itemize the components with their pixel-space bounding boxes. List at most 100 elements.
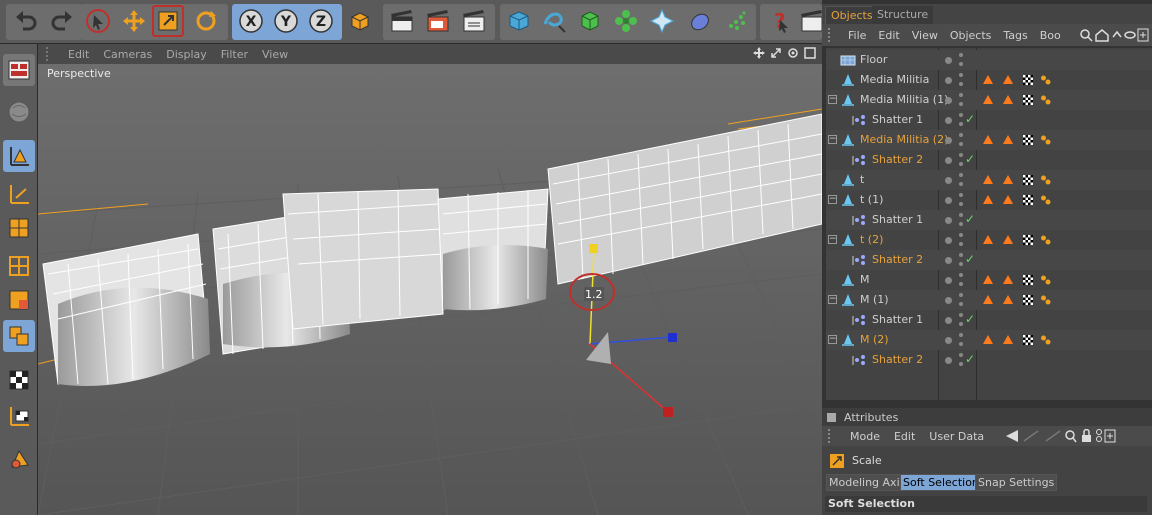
objmenu-bookmarks[interactable]: Boo xyxy=(1040,29,1061,42)
editor-visibility-dot[interactable] xyxy=(959,153,963,157)
object-name[interactable]: Floor xyxy=(860,53,887,66)
tag-icon[interactable] xyxy=(1003,135,1013,144)
render-visibility-dot[interactable] xyxy=(959,102,963,106)
model-mode-button[interactable] xyxy=(3,140,35,172)
material-tag-icon[interactable] xyxy=(1040,194,1052,206)
render-visibility-dot[interactable] xyxy=(959,242,963,246)
object-name[interactable]: Media Militia xyxy=(860,73,929,86)
layout-button[interactable] xyxy=(3,54,35,86)
editor-visibility-dot[interactable] xyxy=(959,333,963,337)
render-visibility-dot[interactable] xyxy=(959,302,963,306)
visibility-dot[interactable] xyxy=(945,357,952,364)
attrmenu-edit[interactable]: Edit xyxy=(894,430,915,443)
redo-button[interactable] xyxy=(46,5,78,37)
object-row[interactable]: Shatter 1 ✓ xyxy=(826,110,1152,130)
visibility-dot[interactable] xyxy=(945,137,952,144)
object-row[interactable]: − t (1) xyxy=(826,190,1152,210)
workplane-button[interactable] xyxy=(3,400,35,432)
home-icon[interactable] xyxy=(1095,29,1109,42)
enabled-check-icon[interactable]: ✓ xyxy=(965,312,975,326)
snap-button[interactable] xyxy=(3,444,35,476)
history-icon[interactable] xyxy=(1045,430,1061,442)
visibility-dot[interactable] xyxy=(945,217,952,224)
render-visibility-dot[interactable] xyxy=(959,282,963,286)
editor-visibility-dot[interactable] xyxy=(959,53,963,57)
tag-icon[interactable] xyxy=(1003,275,1013,284)
texture-tag-icon[interactable] xyxy=(1023,335,1033,345)
render-visibility-dot[interactable] xyxy=(959,362,963,366)
objmenu-edit[interactable]: Edit xyxy=(878,29,899,42)
object-row[interactable]: − Media Militia (1) xyxy=(826,90,1152,110)
expander-icon[interactable]: − xyxy=(828,295,837,304)
orbit-icon[interactable] xyxy=(787,47,799,59)
visibility-dot[interactable] xyxy=(945,297,952,304)
forward-arrow-icon[interactable] xyxy=(1023,430,1039,442)
object-row[interactable]: M xyxy=(826,270,1152,290)
texture-tag-icon[interactable] xyxy=(1023,135,1033,145)
object-name[interactable]: t (2) xyxy=(860,233,883,246)
perspective-viewport[interactable]: Perspective 1.2 xyxy=(38,64,822,515)
visibility-dot[interactable] xyxy=(945,117,952,124)
render-visibility-dot[interactable] xyxy=(959,122,963,126)
object-name[interactable]: Media Militia (1) xyxy=(860,93,948,106)
viewport-menu-cameras[interactable]: Cameras xyxy=(103,48,152,61)
search-icon[interactable] xyxy=(1065,430,1077,443)
editor-visibility-dot[interactable] xyxy=(959,173,963,177)
tab-snap-settings[interactable]: Snap Settings xyxy=(975,474,1058,491)
objmenu-tags[interactable]: Tags xyxy=(1003,29,1027,42)
enabled-check-icon[interactable]: ✓ xyxy=(965,212,975,226)
tab-objects[interactable]: Objects xyxy=(825,6,879,24)
object-name[interactable]: Shatter 1 xyxy=(872,113,923,126)
spline-pen-button[interactable] xyxy=(538,5,570,37)
editor-visibility-dot[interactable] xyxy=(959,353,963,357)
viewport-menu-filter[interactable]: Filter xyxy=(221,48,248,61)
undo-button[interactable] xyxy=(10,5,42,37)
texture-tag-icon[interactable] xyxy=(1023,75,1033,85)
viewport-menu-edit[interactable]: Edit xyxy=(68,48,89,61)
pan-icon[interactable] xyxy=(753,47,765,59)
expander-icon[interactable]: − xyxy=(828,195,837,204)
tag-icon[interactable] xyxy=(983,175,993,184)
tag-icon[interactable] xyxy=(1003,335,1013,344)
scale-tool-button[interactable] xyxy=(152,5,184,37)
coordinate-system-button[interactable] xyxy=(343,5,375,37)
visibility-dot[interactable] xyxy=(945,97,952,104)
cloner-button[interactable] xyxy=(610,5,642,37)
render-visibility-dot[interactable] xyxy=(959,342,963,346)
render-visibility-dot[interactable] xyxy=(959,82,963,86)
x-axis-button[interactable]: X xyxy=(235,5,267,37)
object-row[interactable]: Shatter 2 ✓ xyxy=(826,350,1152,370)
new-panel-icon[interactable] xyxy=(1137,28,1149,42)
particles-button[interactable] xyxy=(720,5,752,37)
editor-visibility-dot[interactable] xyxy=(959,133,963,137)
lock-icon[interactable] xyxy=(1082,429,1092,443)
object-name[interactable]: Shatter 1 xyxy=(872,313,923,326)
z-axis-button[interactable]: Z xyxy=(305,5,337,37)
objmenu-objects[interactable]: Objects xyxy=(950,29,992,42)
tag-icon[interactable] xyxy=(1003,175,1013,184)
object-name[interactable]: M xyxy=(860,273,870,286)
texture-tag-icon[interactable] xyxy=(1023,275,1033,285)
object-name[interactable]: Shatter 1 xyxy=(872,213,923,226)
render-visibility-dot[interactable] xyxy=(959,202,963,206)
object-name[interactable]: Shatter 2 xyxy=(872,153,923,166)
object-row[interactable]: Shatter 1 ✓ xyxy=(826,210,1152,230)
tag-icon[interactable] xyxy=(983,135,993,144)
tab-soft-selection[interactable]: Soft Selection xyxy=(900,474,982,491)
enabled-check-icon[interactable]: ✓ xyxy=(965,152,975,166)
render-visibility-dot[interactable] xyxy=(959,162,963,166)
tag-icon[interactable] xyxy=(983,95,993,104)
render-visibility-dot[interactable] xyxy=(959,322,963,326)
tab-structure[interactable]: Structure xyxy=(872,6,934,24)
editor-visibility-dot[interactable] xyxy=(959,213,963,217)
up-arrow-icon[interactable] xyxy=(1112,30,1122,38)
tab-modeling-axis[interactable]: Modeling Axis xyxy=(826,474,909,491)
material-tag-icon[interactable] xyxy=(1040,74,1052,86)
material-tag-icon[interactable] xyxy=(1040,134,1052,146)
object-row[interactable]: Shatter 1 ✓ xyxy=(826,310,1152,330)
render-visibility-dot[interactable] xyxy=(959,182,963,186)
move-tool-button[interactable] xyxy=(118,5,150,37)
editor-visibility-dot[interactable] xyxy=(959,73,963,77)
object-row[interactable]: − M (2) xyxy=(826,330,1152,350)
object-row[interactable]: − t (2) xyxy=(826,230,1152,250)
